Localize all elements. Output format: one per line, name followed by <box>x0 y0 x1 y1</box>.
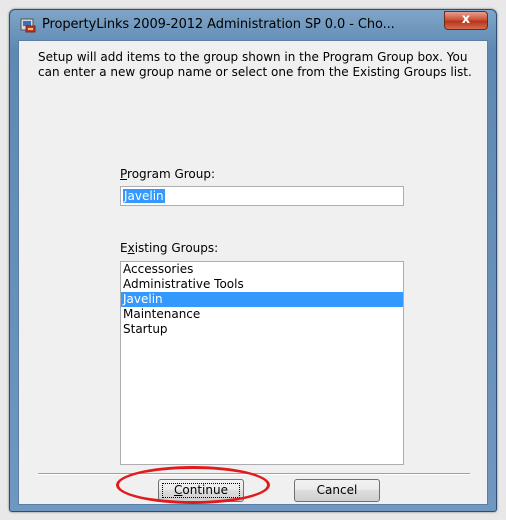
program-group-value: Javelin <box>123 189 165 203</box>
setup-app-icon <box>20 18 36 33</box>
annotation-highlight-oval <box>116 466 270 504</box>
program-group-input[interactable]: Javelin <box>120 186 404 206</box>
list-item-selected[interactable]: Javelin <box>121 292 403 307</box>
close-icon: x <box>461 12 471 27</box>
window-title: PropertyLinks 2009-2012 Administration S… <box>42 17 395 32</box>
close-button[interactable]: x <box>444 11 488 30</box>
setup-dialog-window: PropertyLinks 2009-2012 Administration S… <box>9 9 497 512</box>
list-item[interactable]: Maintenance <box>121 307 403 322</box>
list-item[interactable]: Startup <box>121 322 403 337</box>
intro-text: Setup will add items to the group shown … <box>38 50 472 79</box>
existing-groups-list[interactable]: Accessories Administrative Tools Javelin… <box>120 261 404 465</box>
existing-groups-label: Existing Groups: <box>120 241 219 255</box>
title-bar[interactable]: PropertyLinks 2009-2012 Administration S… <box>10 10 496 40</box>
dialog-client-area: Setup will add items to the group shown … <box>18 40 488 505</box>
list-item[interactable]: Accessories <box>121 262 403 277</box>
cancel-button[interactable]: Cancel <box>294 479 380 502</box>
program-group-label: Program Group: <box>120 167 216 181</box>
list-item[interactable]: Administrative Tools <box>121 277 403 292</box>
